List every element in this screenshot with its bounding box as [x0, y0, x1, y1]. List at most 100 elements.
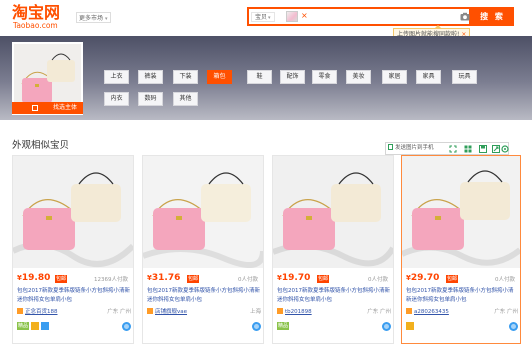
product-image[interactable] [13, 156, 133, 268]
shop-location: 广东 广州 [367, 309, 391, 315]
expand-icon[interactable] [449, 145, 457, 153]
search-scope-select[interactable]: 宝贝▾ [251, 12, 275, 22]
free-shipping-badge: 包邮 [55, 275, 68, 283]
search-button[interactable]: 搜 索 [471, 7, 514, 26]
price-value: 19.70 [281, 273, 311, 283]
category-home[interactable]: 家居 [382, 70, 407, 84]
shop-location: 广东 广州 [494, 309, 518, 315]
product-card[interactable]: ¥31.76 包邮 0人付款 包包2017新款夏季韩版链条小方包斜挎小清新迷你斜… [142, 155, 264, 344]
shop-name-link[interactable]: 店铺旗舰vae [155, 309, 187, 315]
logo-text-cn: 淘宝网 [12, 3, 61, 22]
result-toolbar: 发送图片到手机 [385, 142, 509, 155]
sales-count: 0人付款 [238, 277, 258, 283]
category-toys[interactable]: 玩具 [452, 70, 477, 84]
category-bottoms[interactable]: 下装 [173, 70, 198, 84]
shop-row: a280263435 广东 广州 [406, 308, 518, 317]
product-title-link[interactable]: 包包2017新款夏季韩版链条小方包斜挎小清新迷你斜挎女包单肩小包 [277, 287, 391, 305]
select-subject-button[interactable]: 找选主体 [12, 102, 83, 114]
product-image[interactable] [143, 156, 263, 268]
shop-icon [277, 308, 283, 314]
product-image[interactable] [402, 156, 520, 268]
price-value: 29.70 [410, 273, 440, 283]
category-beauty[interactable]: 美妆 [346, 70, 371, 84]
save-icon[interactable] [479, 145, 487, 153]
bag-photo [273, 156, 393, 268]
bag-photo [143, 156, 263, 268]
service-icons: 精品 [277, 322, 391, 332]
shop-name-link[interactable]: 正念百货188 [25, 309, 58, 315]
send-to-phone-label: 发送图片到手机 [395, 145, 434, 151]
wangwang-icon[interactable] [252, 322, 261, 331]
sales-count: 0人付款 [368, 277, 388, 283]
grid-icon[interactable] [464, 145, 472, 153]
credit-icon [406, 322, 414, 330]
guarantee-icon [41, 322, 49, 330]
header: 淘宝网 Taobao.com 更多市场 ▾ 宝贝▾ × 搜 索 上传图片就能搜同款… [0, 0, 532, 41]
section-title: 外观相似宝贝 [12, 140, 70, 151]
free-shipping-badge: 包邮 [317, 275, 330, 283]
category-bags[interactable]: 箱包 [207, 70, 232, 84]
edit-icon [32, 105, 38, 111]
sales-count: 0人付款 [495, 277, 515, 283]
share-icon[interactable] [492, 145, 500, 153]
free-shipping-badge: 包邮 [446, 275, 459, 283]
shop-icon [147, 308, 153, 314]
more-market-dropdown[interactable]: 更多市场 ▾ [76, 12, 111, 23]
uploaded-image-thumbnail[interactable] [286, 11, 298, 22]
service-icons [147, 322, 261, 332]
category-tops[interactable]: 上衣 [104, 70, 129, 84]
product-card[interactable]: ¥19.80 包邮 12369人付款 包包2017新款夏季韩版链条小方包斜挎小清… [12, 155, 134, 344]
product-image[interactable] [273, 156, 393, 268]
tip-arrow [434, 25, 442, 29]
shop-row: 店铺旗舰vae 上海 [147, 308, 261, 317]
product-title-link[interactable]: 包包2017新款夏季韩版链条小方包斜挎小清新迷你斜挎女包单肩小包 [17, 287, 131, 305]
chevron-down-icon: ▾ [268, 15, 271, 21]
sales-count: 12369人付款 [94, 277, 128, 283]
product-card[interactable]: ¥19.70 包邮 0人付款 包包2017新款夏季韩版链条小方包斜挎小清新迷你斜… [272, 155, 394, 344]
product-card[interactable]: ¥29.70 包邮 0人付款 包包2017新款夏季韩版链条小方包斜挎小清新迷你斜… [401, 155, 521, 344]
wangwang-icon[interactable] [509, 322, 518, 331]
free-shipping-badge: 包邮 [187, 275, 200, 283]
product-title-link[interactable]: 包包2017新款夏季韩版链条小方包斜挎小清新迷你斜挎女包单肩小包 [147, 287, 261, 305]
quality-tag: 精品 [277, 322, 290, 330]
more-market-label: 更多市场 [79, 15, 104, 22]
send-to-phone-button[interactable]: 发送图片到手机 [388, 144, 434, 153]
shop-name-link[interactable]: tb201898 [285, 309, 312, 315]
wangwang-icon[interactable] [382, 322, 391, 331]
shop-icon [17, 308, 23, 314]
bag-photo [402, 156, 520, 268]
shop-location: 上海 [249, 309, 261, 315]
category-underwear[interactable]: 内衣 [104, 92, 129, 106]
phone-icon [388, 144, 393, 150]
remove-image-button[interactable]: × [301, 10, 308, 22]
chevron-down-icon: ▾ [105, 16, 108, 22]
product-price: ¥31.76 [147, 273, 180, 283]
taobao-logo[interactable]: 淘宝网 Taobao.com [12, 3, 70, 31]
shop-name-link[interactable]: a280263435 [414, 309, 449, 315]
search-box[interactable]: 宝贝▾ × [247, 7, 471, 26]
product-title-link[interactable]: 包包2017新款夏季韩版链条小方包斜挎小清新迷你斜挎女包单肩小包 [406, 287, 518, 305]
shop-row: tb201898 广东 广州 [277, 308, 391, 317]
service-icons: 精品 [17, 322, 131, 332]
shop-location: 广东 广州 [107, 309, 131, 315]
category-other[interactable]: 其他 [173, 92, 198, 106]
product-price: ¥19.80 [17, 273, 50, 283]
page: 淘宝网 Taobao.com 更多市场 ▾ 宝贝▾ × 搜 索 上传图片就能搜同款… [0, 0, 532, 344]
category-pants[interactable]: 裤装 [138, 70, 163, 84]
wangwang-icon[interactable] [122, 322, 131, 331]
category-shoes[interactable]: 鞋 [247, 70, 272, 84]
category-furniture[interactable]: 家具 [416, 70, 441, 84]
settings-icon[interactable] [501, 145, 509, 153]
credit-icon [31, 322, 39, 330]
bag-photo [13, 156, 133, 268]
category-accessories[interactable]: 配饰 [280, 70, 305, 84]
select-subject-label: 找选主体 [52, 104, 77, 111]
category-snacks[interactable]: 零食 [312, 70, 337, 84]
price-value: 31.76 [151, 273, 181, 283]
price-value: 19.80 [21, 273, 51, 283]
shop-icon [406, 308, 412, 314]
camera-icon[interactable] [460, 12, 470, 21]
product-price: ¥29.70 [406, 273, 439, 283]
search-scope-label: 宝贝 [255, 14, 268, 21]
category-digital[interactable]: 数码 [138, 92, 163, 106]
